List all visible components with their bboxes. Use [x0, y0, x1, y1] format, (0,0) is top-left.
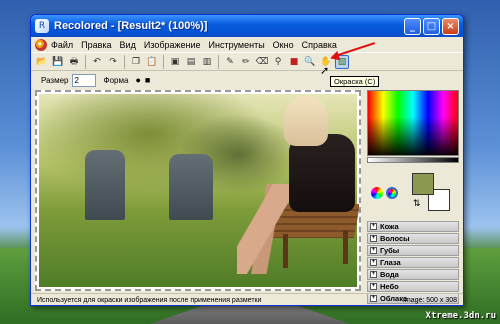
- category-sky[interactable]: + Небо: [367, 281, 459, 292]
- color-wheel-selected-icon[interactable]: [386, 187, 398, 199]
- menu-help[interactable]: Справка: [302, 40, 337, 50]
- swatch-row: ⇅: [367, 169, 461, 217]
- bench-leg: [343, 230, 348, 264]
- toolbar-separator: [218, 54, 219, 69]
- category-label: Кожа: [380, 222, 399, 231]
- print-icon[interactable]: 🖶: [67, 55, 81, 69]
- category-lips[interactable]: + Губы: [367, 245, 459, 256]
- color-palette[interactable]: [367, 90, 459, 156]
- image-size-info: Image: 500 x 308: [402, 296, 457, 304]
- shape-round-button[interactable]: ●: [135, 75, 140, 85]
- grayscale-strip[interactable]: [367, 157, 459, 163]
- expand-icon[interactable]: +: [370, 271, 377, 278]
- options-bar: Размер 2 Форма ● ■: [31, 71, 463, 89]
- color-swatches: ⇅: [412, 173, 452, 213]
- undo-icon[interactable]: ↶: [90, 55, 104, 69]
- expand-icon[interactable]: +: [370, 247, 377, 254]
- swap-colors-icon[interactable]: ⇅: [413, 199, 421, 209]
- category-hair[interactable]: + Волосы: [367, 233, 459, 244]
- status-bar: Используется для окраски изображения пос…: [31, 293, 463, 305]
- watermark: Xtreme.3dn.ru: [425, 311, 496, 321]
- view-split-icon[interactable]: ▣: [168, 55, 182, 69]
- toolbar-separator: [85, 54, 86, 69]
- category-label: Волосы: [380, 234, 410, 243]
- category-eyes[interactable]: + Глаза: [367, 257, 459, 268]
- expand-icon[interactable]: +: [370, 259, 377, 266]
- eraser-icon[interactable]: ⌫: [255, 55, 269, 69]
- woman-hair: [284, 96, 328, 146]
- menu-edit[interactable]: Правка: [81, 40, 111, 50]
- category-label: Глаза: [380, 258, 401, 267]
- category-list: + Кожа + Волосы + Губы + Глаза + Вода + Небо +…: [367, 221, 459, 304]
- app-window: R Recolored - [Result2* (100%)] _ □ × Фа…: [30, 14, 464, 306]
- foreground-color-swatch[interactable]: [412, 173, 434, 195]
- zoom-icon[interactable]: 🔍: [303, 55, 317, 69]
- category-label: Губы: [380, 246, 400, 255]
- toolbar-separator: [163, 54, 164, 69]
- tooltip: Окраска (C): [330, 76, 380, 87]
- app-icon: R: [35, 19, 49, 33]
- save-icon[interactable]: 💾: [51, 55, 65, 69]
- minimize-button[interactable]: _: [404, 17, 421, 35]
- brush-icon[interactable]: ✎: [223, 55, 237, 69]
- maximize-button[interactable]: □: [423, 17, 440, 35]
- toolbar-separator: [124, 54, 125, 69]
- photo: [39, 94, 359, 287]
- window-title: Recolored - [Result2* (100%)]: [54, 20, 208, 32]
- category-skin[interactable]: + Кожа: [367, 221, 459, 232]
- gravestone: [169, 154, 213, 220]
- paste-icon[interactable]: 📋: [145, 55, 159, 69]
- pencil-icon[interactable]: ✏: [239, 55, 253, 69]
- category-label: Небо: [380, 282, 399, 291]
- expand-icon[interactable]: +: [370, 235, 377, 242]
- close-button[interactable]: ×: [442, 17, 459, 35]
- menu-image[interactable]: Изображение: [144, 40, 201, 50]
- shape-label: Форма: [103, 75, 129, 85]
- mouse-cursor-icon: ➚: [320, 64, 330, 77]
- menu-view[interactable]: Вид: [120, 40, 136, 50]
- gravestone: [85, 150, 125, 220]
- shape-square-button[interactable]: ■: [145, 75, 150, 85]
- category-label: Вода: [380, 270, 399, 279]
- fill-icon[interactable]: ■: [287, 55, 301, 69]
- category-water[interactable]: + Вода: [367, 269, 459, 280]
- eyedropper-icon[interactable]: ⚲: [271, 55, 285, 69]
- title-bar[interactable]: R Recolored - [Result2* (100%)] _ □ ×: [31, 15, 463, 37]
- menu-window[interactable]: Окно: [273, 40, 294, 50]
- redo-icon[interactable]: ↷: [106, 55, 120, 69]
- expand-icon[interactable]: +: [370, 283, 377, 290]
- size-label: Размер: [41, 75, 69, 85]
- menu-file[interactable]: Файл: [51, 40, 73, 50]
- status-message: Используется для окраски изображения пос…: [37, 296, 262, 304]
- view-horizontal-icon[interactable]: ▤: [184, 55, 198, 69]
- app-logo-icon[interactable]: [35, 38, 47, 51]
- menu-tools[interactable]: Инструменты: [209, 40, 265, 50]
- color-panel: ⇅ + Кожа + Волосы + Губы + Глаза + Вода + Небо…: [367, 90, 461, 304]
- copy-icon[interactable]: ❐: [129, 55, 143, 69]
- toolbar: 📂 💾 🖶 ↶ ↷ ❐ 📋 ▣ ▤ ▥ ✎ ✏ ⌫ ⚲ ■ 🔍 ✋ ▧: [31, 52, 463, 71]
- view-vertical-icon[interactable]: ▥: [200, 55, 214, 69]
- size-input[interactable]: 2: [71, 73, 96, 87]
- open-icon[interactable]: 📂: [35, 55, 49, 69]
- expand-icon[interactable]: +: [370, 223, 377, 230]
- menu-bar: Файл Правка Вид Изображение Инструменты …: [31, 37, 463, 52]
- image-canvas[interactable]: [35, 90, 361, 291]
- color-wheel-icon[interactable]: [371, 187, 383, 199]
